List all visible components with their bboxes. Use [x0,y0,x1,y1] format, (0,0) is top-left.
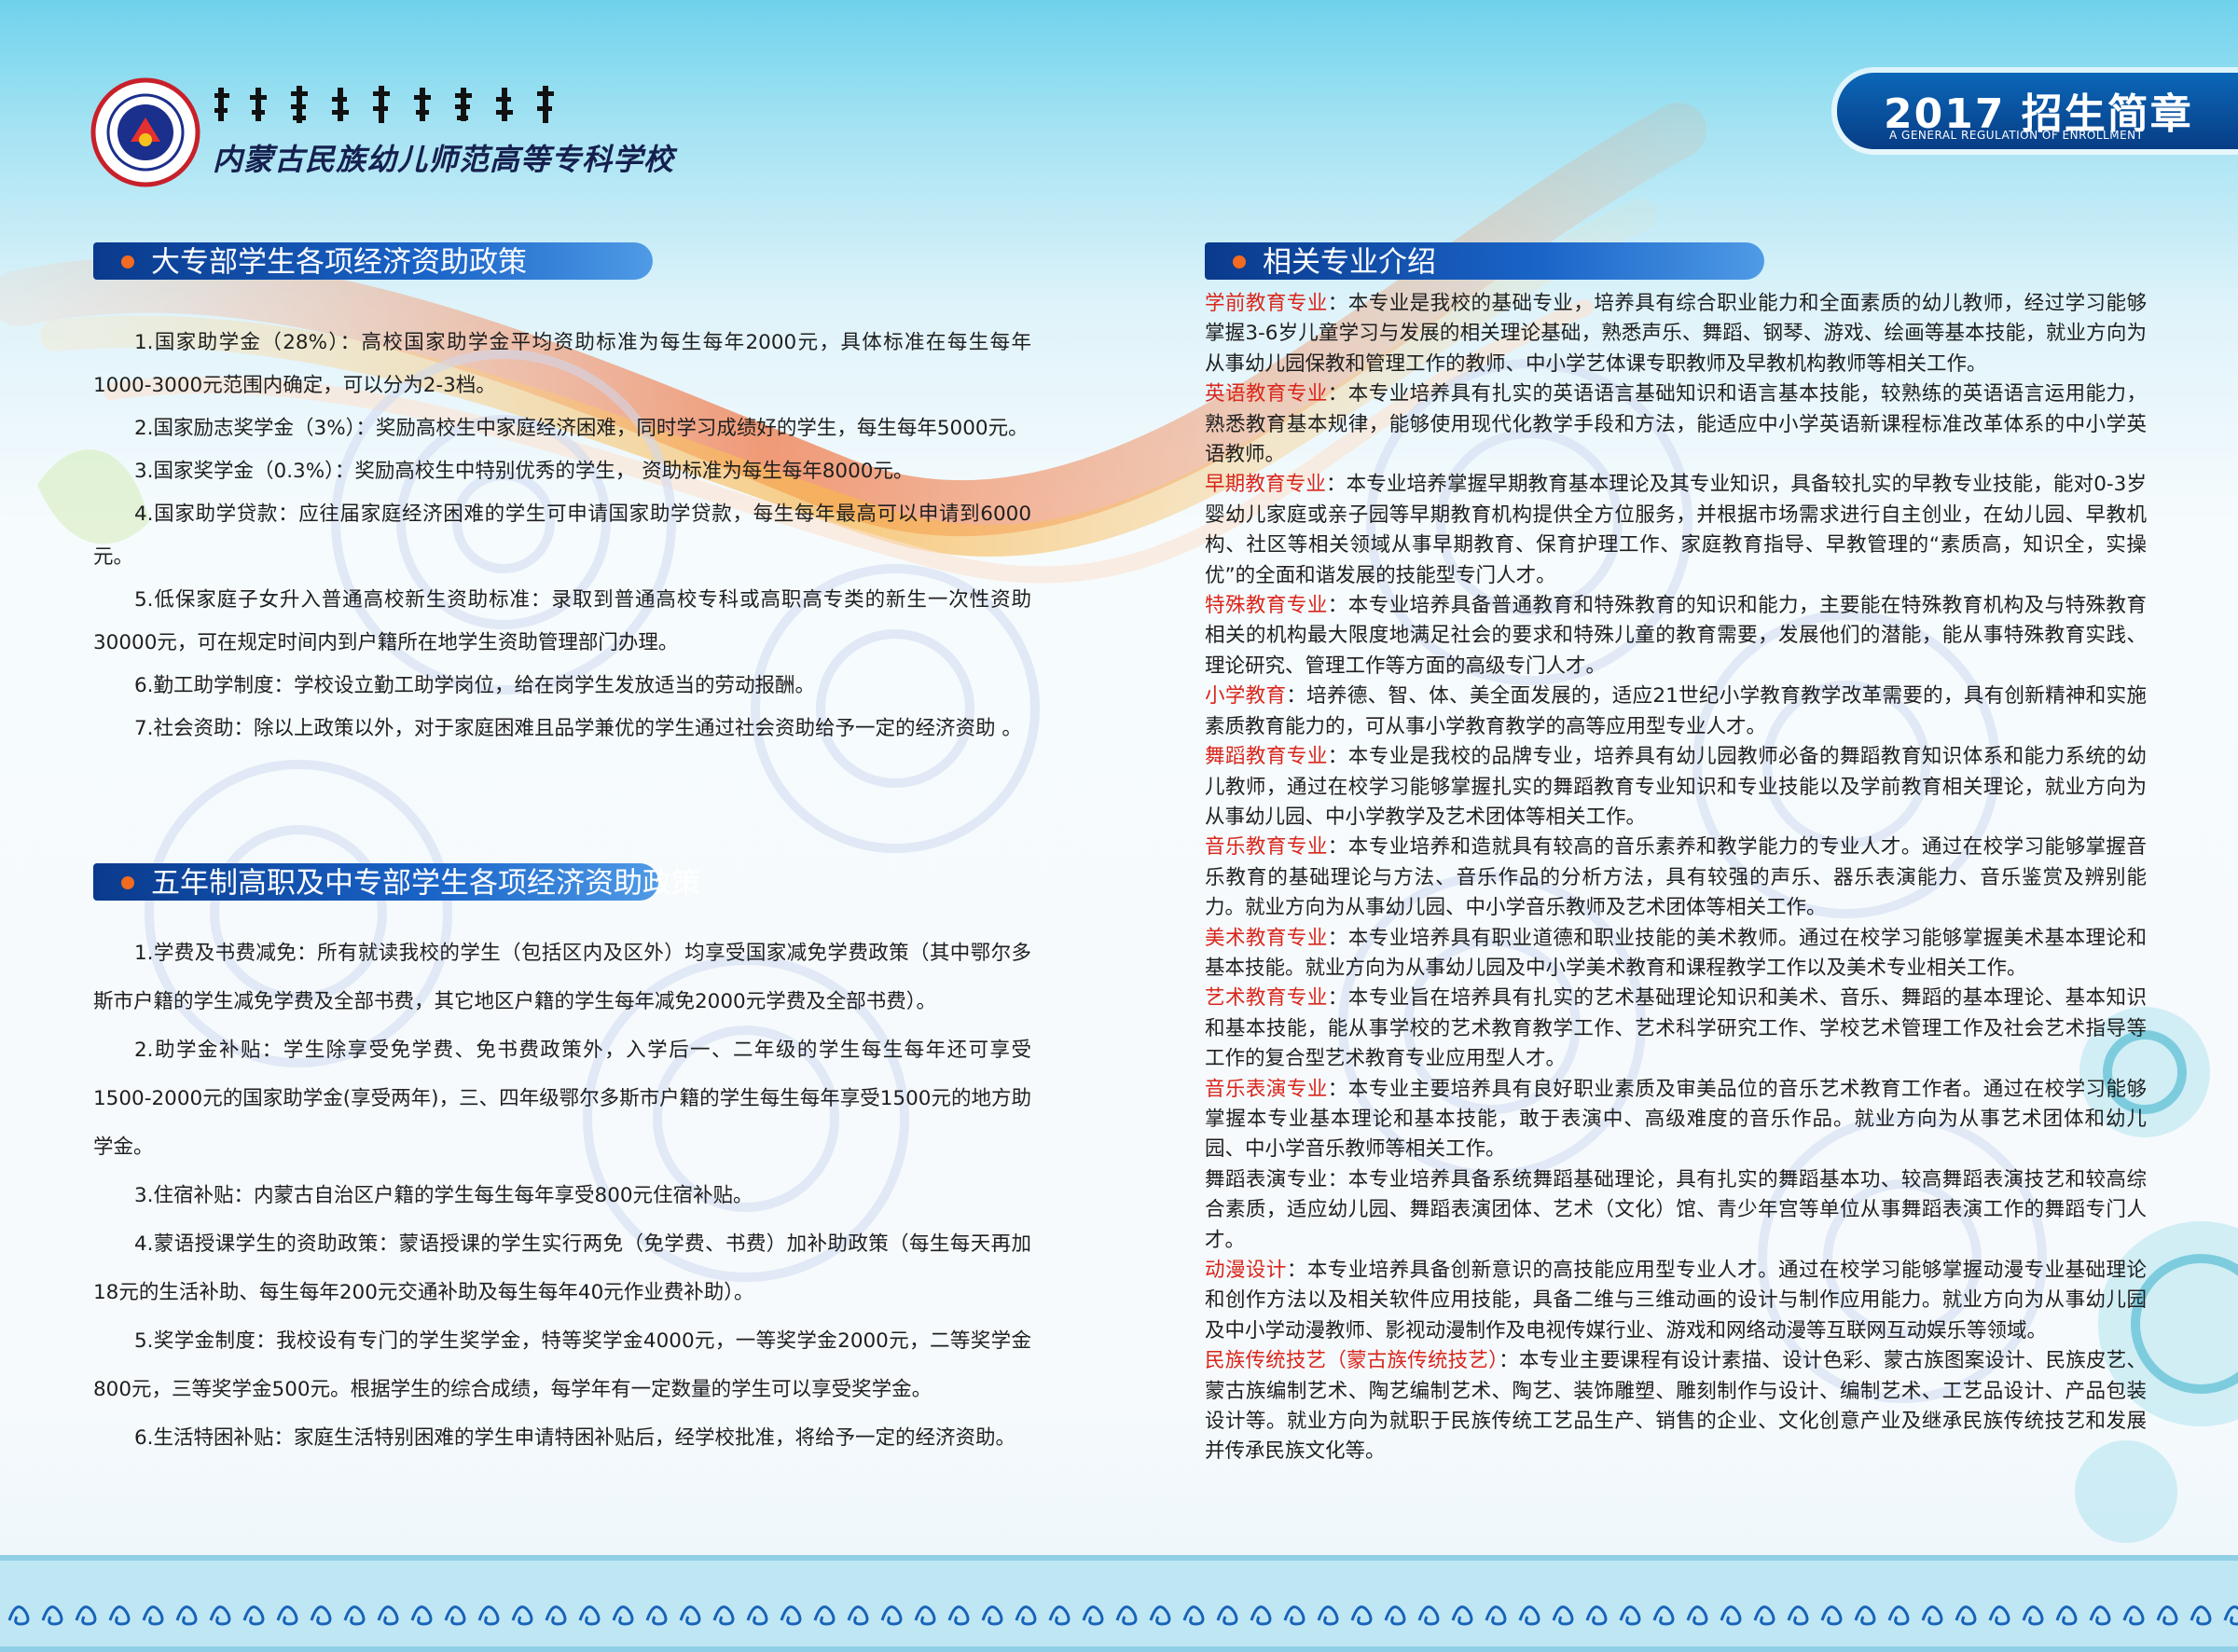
major-item: 学前教育专业：本专业是我校的基础专业，培养具有综合职业能力和全面素质的幼儿教师，… [1205,289,2147,379]
major-item: 小学教育：培养德、智、体、美全面发展的，适应21世纪小学教育教学改革需要的，具有… [1205,681,2147,742]
policy-item: 4.蒙语授课学生的资助政策：蒙语授课的学生实行两免（免学费、书费）加补助政策（每… [93,1232,1031,1304]
major-description: ：培养德、智、体、美全面发展的，适应21世纪小学教育教学改革需要的，具有创新精神… [1205,684,2147,738]
policy-item: 6.勤工助学制度：学校设立勤工助学岗位，给在岗学生发放适当的劳动报酬。 [134,674,816,697]
school-name-mongolian [213,82,567,127]
major-item: 早期教育专业：本专业培养掌握早期教育基本理论及其专业知识，具备较扎实的早教专业技… [1205,470,2147,591]
policy-item: 7.社会资助：除以上政策以外，对于家庭困难且品学兼优的学生通过社会资助给予一定的… [134,717,1022,740]
section-header-majors: 相关专业介绍 [1205,242,1764,280]
major-item: 特殊教育专业：本专业培养具备普通教育和特殊教育的知识和能力，主要能在特殊教育机构… [1205,591,2147,681]
major-name: 艺术教育专业 [1205,986,1328,1011]
school-name: 内蒙古民族幼儿师范高等专科学校 [213,142,675,177]
major-item: 英语教育专业：本专业培养具有扎实的英语语言基础知识和语言基本技能，较熟练的英语语… [1205,379,2147,470]
major-description: ：本专业是我校的基础专业，培养具有综合职业能力和全面素质的幼儿教师，经过学习能够… [1205,292,2147,376]
policy-item: 2.国家励志奖学金（3%）：奖励高校生中家庭经济困难，同时学习成绩好的学生，每生… [134,417,1029,440]
mongolian-script-graphic [214,86,554,123]
policy-item: 3.国家奖学金（0.3%）：奖励高校生中特别优秀的学生， 资助标准为每生每年80… [134,460,914,483]
section-header-college-aid: 大专部学生各项经济资助政策 [93,242,653,280]
major-description: ：本专业培养具备普通教育和特殊教育的知识和能力，主要能在特殊教育机构及与特殊教育… [1205,594,2147,678]
major-name: 舞蹈教育专业 [1205,745,1328,769]
footer-pattern-band [0,1555,2238,1652]
policy-item: 2.助学金补贴：学生除享受免学费、免书费政策外，入学后一、二年级的学生每生每年还… [93,1039,1031,1159]
major-item: 舞蹈教育专业：本专业是我校的品牌专业，培养具有幼儿园教师必备的舞蹈教育知识体系和… [1205,742,2147,833]
major-name: 早期教育专业 [1205,473,1326,497]
major-name: 特殊教育专业 [1205,594,1328,618]
major-name: 民族传统技艺 [1205,1349,1327,1373]
major-description: ：本专业培养具备系统舞蹈基础理论，具有扎实的舞蹈基本功、较高舞蹈表演技艺和较高综… [1205,1167,2147,1252]
major-item: 音乐教育专业：本专业培养和造就具有较高的音乐素养和教学能力的专业人才。通过在校学… [1205,833,2147,923]
policy-item: 5.奖学金制度：我校设有专门的学生奖学金，特等奖学金4000元，一等奖学金200… [93,1329,1031,1401]
major-description: ：本专业培养具备创新意识的高技能应用型专业人才。通过在校学习能够掌握动漫专业基础… [1205,1259,2147,1342]
college-aid-list: 1.国家助学金（28%）：高校国家助学金平均资助标准为每生每年2000元，具体标… [93,322,1031,750]
bullet-dot-icon [121,875,134,889]
major-subname: （蒙古族传统技艺） [1326,1349,1499,1373]
major-item: 民族传统技艺（蒙古族传统技艺）：本专业主要课程有设计素描、设计色彩、蒙古族图案设… [1205,1346,2147,1467]
policy-item: 1.国家助学金（28%）：高校国家助学金平均资助标准为每生每年2000元，具体标… [93,331,1031,397]
major-name: 舞蹈表演专业 [1205,1167,1328,1191]
major-description: ：本专业是我校的品牌专业，培养具有幼儿园教师必备的舞蹈教育知识体系和能力系统的幼… [1205,745,2147,829]
major-description: ：本专业旨在培养具有扎实的艺术基础理论知识和美术、音乐、舞蹈的基本理论、基本知识… [1205,986,2147,1071]
major-name: 小学教育 [1205,684,1287,709]
major-description: ：本专业培养和造就具有较高的音乐素养和教学能力的专业人才。通过在校学习能够掌握音… [1205,835,2147,920]
major-item: 音乐表演专业：本专业主要培养具有良好职业素质及审美品位的音乐艺术教育工作者。通过… [1205,1075,2147,1165]
major-name: 美术教育专业 [1205,926,1328,950]
major-name: 英语教育专业 [1205,382,1328,406]
policy-item: 1.学费及书费减免：所有就读我校的学生（包括区内及区外）均享受国家减免学费政策（… [93,942,1031,1013]
secondary-aid-list: 1.学费及书费减免：所有就读我校的学生（包括区内及区外）均享受国家减免学费政策（… [93,929,1031,1463]
policy-item: 6.生活特困补贴：家庭生活特别困难的学生申请特困补贴后，经学校批准，将给予一定的… [134,1426,1016,1450]
major-name: 动漫设计 [1205,1259,1287,1282]
section-header-secondary-aid: 五年制高职及中专部学生各项经济资助政策 [93,863,700,901]
policy-item: 3.住宿补贴：内蒙古自治区户籍的学生每生每年享受800元住宿补贴。 [134,1184,753,1207]
major-name: 音乐教育专业 [1205,835,1328,860]
major-item: 艺术教育专业：本专业旨在培养具有扎实的艺术基础理论知识和美术、音乐、舞蹈的基本理… [1205,984,2147,1074]
major-description: ：本专业主要培养具有良好职业素质及审美品位的音乐艺术教育工作者。通过在校学习能够… [1205,1077,2147,1162]
section-title: 相关专业介绍 [1263,245,1436,280]
major-name: 学前教育专业 [1205,292,1328,315]
major-description: ：本专业培养具有扎实的英语语言基础知识和语言基本技能，较熟练的英语语言运用能力，… [1205,382,2147,467]
major-description: ：本专业培养具有职业道德和职业技能的美术教师。通过在校学习能够掌握美术基本理论和… [1205,926,2147,980]
major-item: 舞蹈表演专业：本专业培养具备系统舞蹈基础理论，具有扎实的舞蹈基本功、较高舞蹈表演… [1205,1165,2147,1256]
major-description: ：本专业培养掌握早期教育基本理论及其专业知识，具备较扎实的早教专业技能，能对0-… [1205,473,2147,587]
major-item: 动漫设计：本专业培养具备创新意识的高技能应用型专业人才。通过在校学习能够掌握动漫… [1205,1256,2147,1346]
major-item: 美术教育专业：本专业培养具有职业道德和职业技能的美术教师。通过在校学习能够掌握美… [1205,924,2147,984]
brochure-title-tab: 2017 招生简章 A GENERAL REGULATION OF ENROLL… [1837,73,2238,149]
major-name: 音乐表演专业 [1205,1077,1328,1101]
section-title: 五年制高职及中专部学生各项经济资助政策 [151,866,700,901]
section-title: 大专部学生各项经济资助政策 [151,245,527,280]
bullet-dot-icon [1233,255,1246,268]
school-emblem-icon [90,77,200,187]
policy-item: 5.低保家庭子女升入普通高校新生资助标准：录取到普通高校专科或高职高专类的新生一… [93,588,1031,654]
brochure-subtitle: A GENERAL REGULATION OF ENROLLMENT [1889,129,2144,142]
policy-item: 4.国家助学贷款：应往届家庭经济困难的学生可申请国家助学贷款，每生每年最高可以申… [93,502,1031,569]
bullet-dot-icon [121,255,134,268]
majors-list: 学前教育专业：本专业是我校的基础专业，培养具有综合职业能力和全面素质的幼儿教师，… [1205,289,2147,1467]
